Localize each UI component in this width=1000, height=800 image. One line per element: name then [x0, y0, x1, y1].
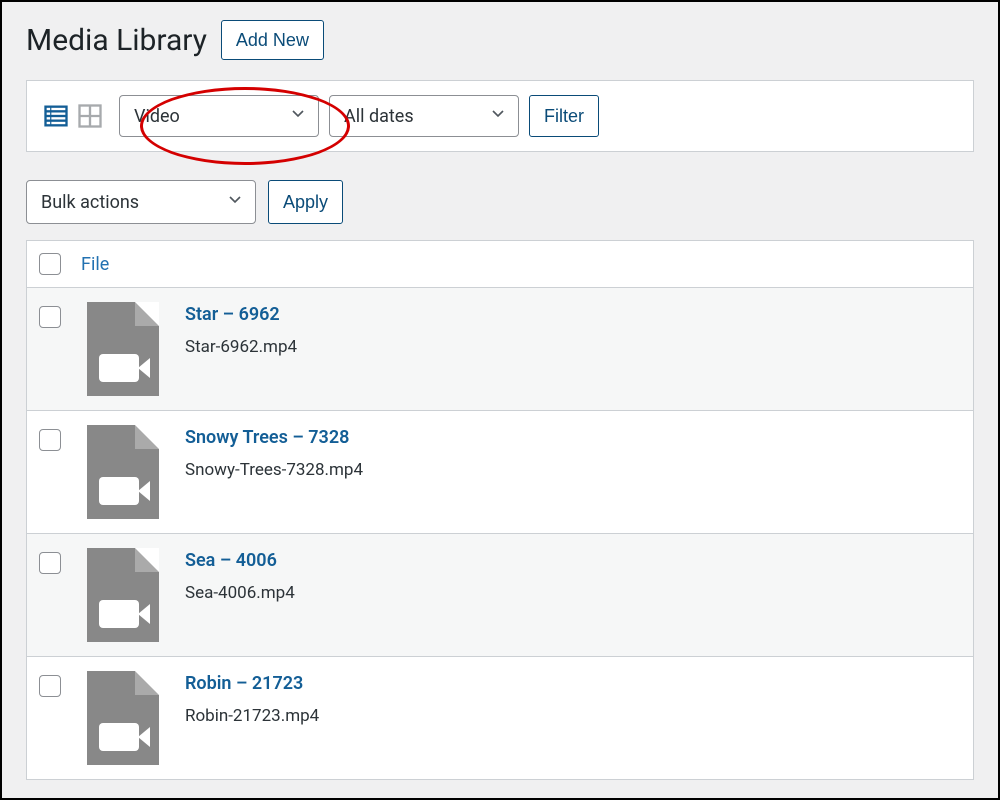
list-view-icon[interactable] [41, 101, 71, 131]
file-info: Star – 6962 Star-6962.mp4 [185, 302, 297, 357]
media-type-select[interactable]: Video [119, 95, 319, 137]
file-name: Sea-4006.mp4 [185, 583, 295, 603]
date-filter-value: All dates [344, 106, 414, 127]
filter-toolbar: Video All dates Filter [26, 80, 974, 152]
table-row: Snowy Trees – 7328 Snowy-Trees-7328.mp4 [26, 411, 974, 534]
file-info: Snowy Trees – 7328 Snowy-Trees-7328.mp4 [185, 425, 363, 480]
row-checkbox[interactable] [39, 306, 61, 328]
file-title-link[interactable]: Robin – 21723 [185, 673, 319, 694]
bulk-actions-select[interactable]: Bulk actions [26, 180, 256, 224]
file-info: Sea – 4006 Sea-4006.mp4 [185, 548, 295, 603]
table-row: Sea – 4006 Sea-4006.mp4 [26, 534, 974, 657]
chevron-down-icon [488, 104, 508, 129]
file-name: Robin-21723.mp4 [185, 706, 319, 726]
video-file-icon[interactable] [87, 302, 159, 396]
apply-button[interactable]: Apply [268, 180, 343, 224]
media-type-value: Video [134, 106, 180, 127]
row-checkbox[interactable] [39, 429, 61, 451]
date-filter-select[interactable]: All dates [329, 95, 519, 137]
file-name: Snowy-Trees-7328.mp4 [185, 460, 363, 480]
row-checkbox[interactable] [39, 552, 61, 574]
media-table: File Star – 6962 Star-6962.mp4 Snowy Tre… [26, 240, 974, 780]
file-title-link[interactable]: Star – 6962 [185, 304, 297, 325]
page-header: Media Library Add New [2, 2, 998, 72]
page-title: Media Library [26, 23, 207, 58]
file-name: Star-6962.mp4 [185, 337, 297, 357]
table-row: Robin – 21723 Robin-21723.mp4 [26, 657, 974, 780]
file-info: Robin – 21723 Robin-21723.mp4 [185, 671, 319, 726]
chevron-down-icon [225, 190, 245, 215]
table-header-row: File [26, 240, 974, 288]
select-all-checkbox[interactable] [39, 253, 61, 275]
file-title-link[interactable]: Sea – 4006 [185, 550, 295, 571]
table-row: Star – 6962 Star-6962.mp4 [26, 288, 974, 411]
bulk-actions-row: Bulk actions Apply [26, 180, 974, 224]
video-file-icon[interactable] [87, 671, 159, 765]
add-new-button[interactable]: Add New [221, 20, 324, 60]
video-file-icon[interactable] [87, 548, 159, 642]
filter-button[interactable]: Filter [529, 95, 599, 137]
video-file-icon[interactable] [87, 425, 159, 519]
grid-view-icon[interactable] [75, 101, 105, 131]
row-checkbox[interactable] [39, 675, 61, 697]
file-title-link[interactable]: Snowy Trees – 7328 [185, 427, 363, 448]
file-column-header[interactable]: File [81, 254, 109, 275]
bulk-actions-value: Bulk actions [41, 192, 139, 213]
view-mode-toggle [41, 101, 105, 131]
chevron-down-icon [288, 104, 308, 129]
